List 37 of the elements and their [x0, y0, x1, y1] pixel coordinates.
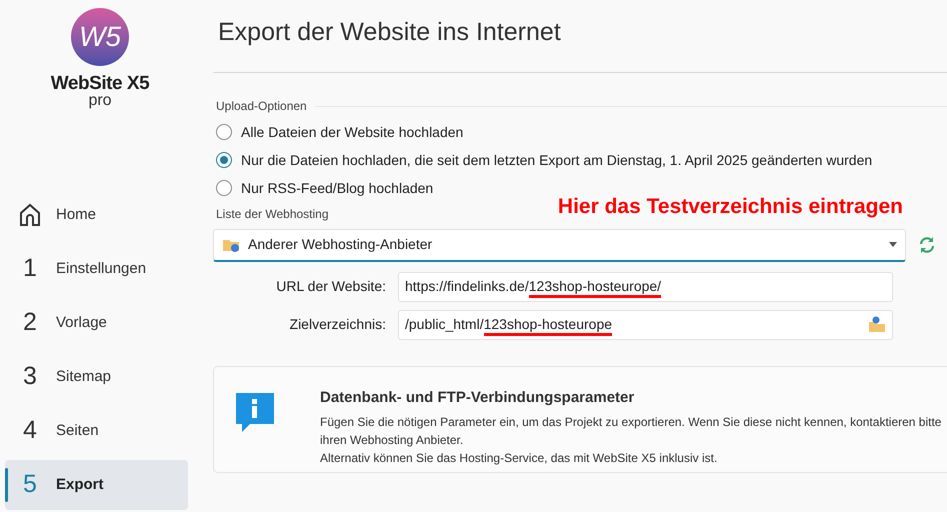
info-text: Alternativ können Sie das Hosting-Service, das mit WebSite X5 inklusiv ist.	[320, 450, 718, 467]
info-title: Datenbank- und FTP-Verbindungsparameter	[320, 388, 636, 408]
step-number: 1	[22, 253, 38, 284]
section-label: Upload-Optionen	[216, 98, 307, 115]
radio-label[interactable]: Nur die Dateien hochladen, die seit dem letzten Export am Dienstag, 1. April 2025 geänderten wurden	[241, 150, 872, 170]
hosting-dropdown[interactable]: Anderer Webhosting-Anbieter	[213, 228, 906, 262]
home-icon	[18, 203, 42, 227]
field-label: Zielverzeichnis:	[288, 315, 387, 334]
nav-item[interactable]: 4 Seiten	[5, 406, 188, 456]
input-field[interactable]: /public_html/123shop-hosteurope	[398, 310, 893, 340]
nav-item[interactable]: 1 Einstellungen	[5, 244, 188, 294]
logo-edition: pro	[88, 93, 112, 109]
logo-mark: W5	[71, 8, 129, 66]
field-label: URL der Website:	[275, 277, 387, 296]
radio-button[interactable]	[216, 180, 232, 196]
radio-label[interactable]: Nur RSS-Feed/Blog hochladen	[241, 178, 434, 198]
nav-item[interactable]: 2 Vorlage	[5, 298, 188, 348]
info-text: Fügen Sie die nötigen Parameter ein, um das Projekt zu exportieren. Wenn Sie diese nicht kennen, kontaktieren bitte ihren Webhosting Anbieter.	[320, 414, 942, 449]
page-title: Export der Website ins Internet	[217, 17, 562, 48]
caret-icon	[889, 242, 897, 247]
info-icon	[234, 392, 276, 432]
nav-item[interactable]: 5 Export	[5, 460, 188, 510]
step-number: 3	[22, 361, 38, 392]
logo-text: WebSite X5	[50, 74, 150, 93]
input-field[interactable]: https://findelinks.de/123shop-hosteurope/	[398, 272, 893, 302]
folder-icon[interactable]	[868, 316, 886, 333]
step-number: 4	[22, 415, 38, 446]
section-label: Liste der Webhosting	[215, 206, 329, 222]
step-number: 2	[22, 307, 38, 338]
annotation-text: Hier das Testverzeichnis eintragen	[558, 194, 903, 220]
radio-button[interactable]	[216, 152, 232, 168]
nav-item[interactable]: Home	[5, 190, 188, 240]
radio-button[interactable]	[216, 124, 232, 140]
radio-label[interactable]: Alle Dateien der Website hochladen	[241, 122, 464, 142]
step-number: 5	[22, 469, 38, 500]
refresh-icon[interactable]	[918, 236, 936, 254]
nav-item[interactable]: 3 Sitemap	[5, 352, 188, 402]
